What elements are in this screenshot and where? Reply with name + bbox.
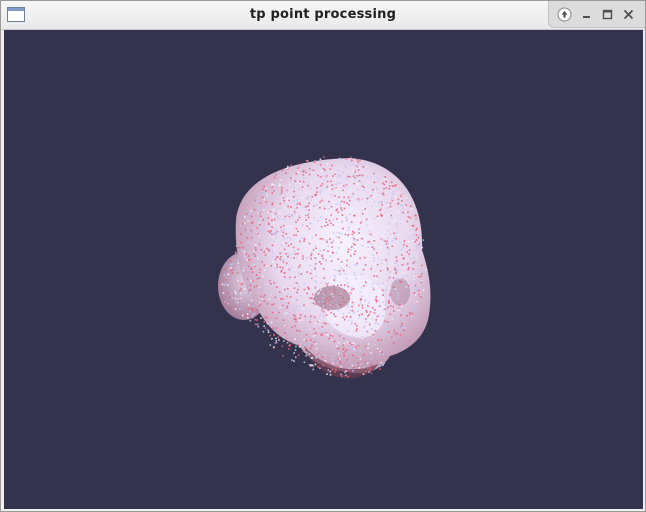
- point-cloud-head: [218, 156, 431, 379]
- close-button[interactable]: [621, 7, 636, 22]
- window-controls: [548, 1, 645, 28]
- title-bar[interactable]: tp point processing: [1, 1, 645, 30]
- maximize-button[interactable]: [600, 7, 615, 22]
- app-window: tp point processing: [0, 0, 646, 512]
- maximize-icon: [602, 9, 613, 20]
- up-icon: [557, 7, 572, 22]
- close-icon: [623, 9, 634, 20]
- minimize-icon: [583, 16, 590, 18]
- 3d-viewport[interactable]: [4, 30, 643, 509]
- shade-button[interactable]: [557, 7, 572, 22]
- minimize-button[interactable]: [579, 7, 594, 22]
